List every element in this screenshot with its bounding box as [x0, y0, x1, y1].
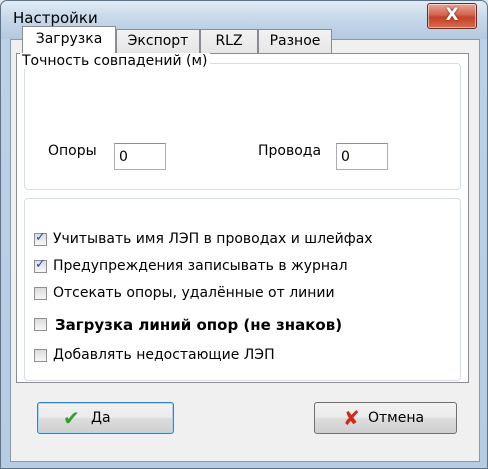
checkbox-checked-icon[interactable] [34, 230, 47, 246]
tab-export-label: Экспорт [127, 33, 189, 49]
supports-tolerance-input[interactable]: 0 [114, 143, 166, 170]
checkbox-unchecked-icon[interactable] [34, 318, 47, 331]
checkbox-checked-icon[interactable] [34, 257, 47, 273]
option-label: Добавлять недостающие ЛЭП [53, 347, 275, 363]
option-label: Отсекать опоры, удалённые от линии [53, 285, 335, 301]
option-label: Учитывать имя ЛЭП в проводах и шлейфах [53, 231, 373, 247]
checkbox-unchecked-icon[interactable] [34, 349, 47, 362]
supports-label: Опоры [48, 143, 97, 159]
cancel-button[interactable]: ✘ Отмена [314, 402, 457, 434]
cross-icon: ✘ [343, 406, 360, 430]
close-button[interactable]: X [427, 3, 477, 29]
close-icon: X [445, 5, 459, 25]
cancel-button-label: Отмена [368, 410, 425, 426]
tab-load[interactable]: Загрузка [22, 26, 116, 54]
option-label: Предупреждения записывать в журнал [53, 258, 348, 274]
tab-rlz-label: RLZ [215, 33, 243, 49]
checkmark-icon: ✔ [63, 406, 80, 430]
tab-rlz[interactable]: RLZ [200, 29, 258, 53]
tab-misc-label: Разное [269, 33, 321, 49]
tab-load-label: Загрузка [35, 31, 103, 47]
option-label: Загрузка линий опор (не знаков) [55, 316, 343, 334]
wires-tolerance-input[interactable]: 0 [336, 143, 388, 170]
tab-export[interactable]: Экспорт [116, 29, 200, 53]
wires-label: Провода [258, 143, 322, 159]
accuracy-group [24, 63, 461, 190]
ok-button-label: Да [91, 410, 111, 426]
tab-misc[interactable]: Разное [258, 29, 332, 53]
accuracy-group-title: Точность совпадений (м) [20, 53, 210, 69]
window-title: Настройки [13, 9, 98, 27]
ok-button[interactable]: ✔ Да [37, 402, 174, 434]
checkbox-unchecked-icon[interactable] [34, 287, 47, 300]
